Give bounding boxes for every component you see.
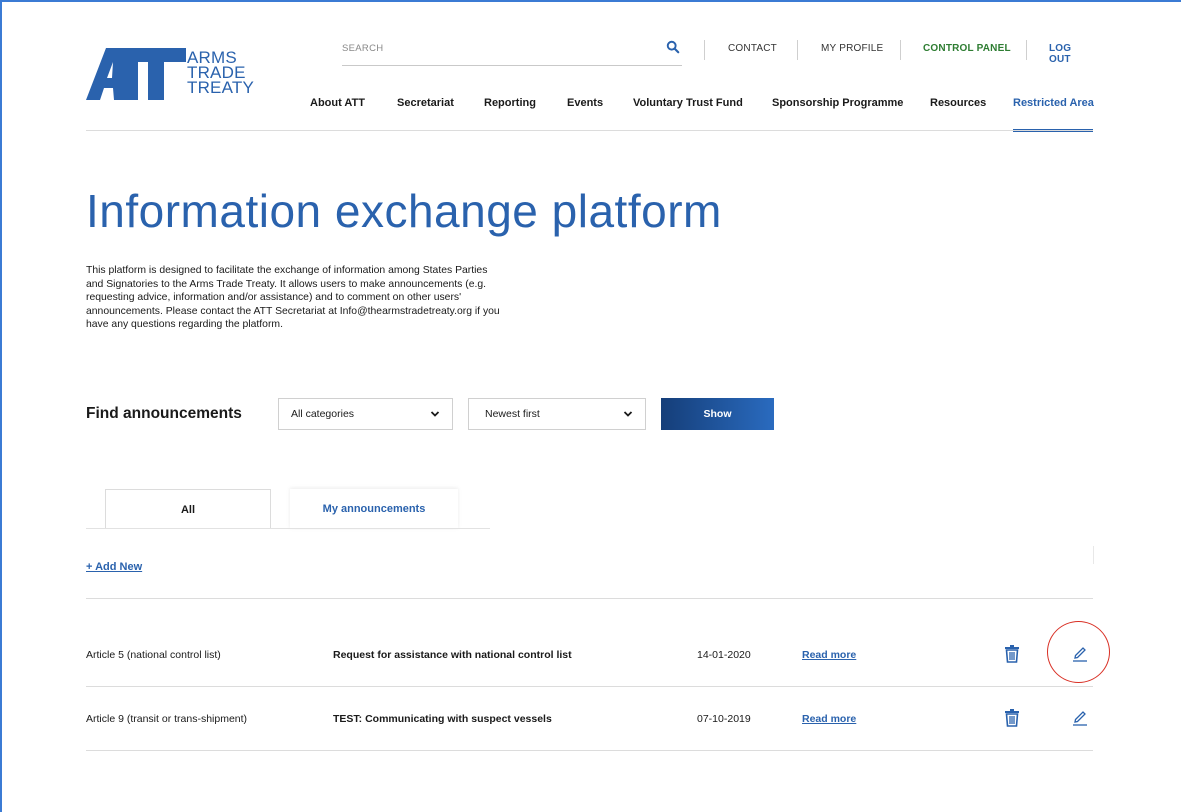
search-icon[interactable] (666, 40, 680, 54)
read-more-link[interactable]: Read more (802, 623, 856, 687)
att-logo-mark (86, 48, 186, 100)
nav-reporting[interactable]: Reporting (484, 97, 536, 109)
announcement-date: 14-01-2020 (697, 649, 751, 661)
row-divider (86, 750, 1093, 751)
sort-select[interactable]: Newest first (468, 398, 646, 430)
show-button[interactable]: Show (661, 398, 774, 430)
utility-separator (797, 40, 798, 60)
announcement-title: Request for assistance with national con… (333, 649, 572, 661)
announcement-row: Article 5 (national control list) Reques… (86, 623, 1093, 687)
trash-icon[interactable] (1004, 645, 1020, 663)
my-profile-link[interactable]: MY PROFILE (821, 43, 883, 54)
announcement-row: Article 9 (transit or trans-shipment) TE… (86, 687, 1093, 751)
log-out-link[interactable]: LOG OUT (1049, 43, 1093, 65)
announcement-date: 07-10-2019 (697, 713, 751, 725)
category-select-value: All categories (291, 408, 355, 420)
edit-pencil-icon[interactable] (1072, 709, 1088, 727)
chevron-down-icon (430, 411, 440, 417)
contact-link[interactable]: CONTACT (728, 43, 777, 54)
search-bar (342, 38, 682, 66)
announcement-category: Article 9 (transit or trans-shipment) (86, 713, 248, 725)
list-divider (86, 598, 1093, 599)
utility-separator (900, 40, 901, 60)
nav-sponsorship-programme[interactable]: Sponsorship Programme (772, 97, 903, 109)
nav-voluntary-trust-fund[interactable]: Voluntary Trust Fund (633, 97, 743, 109)
nav-resources[interactable]: Resources (930, 97, 986, 109)
sort-select-value: Newest first (485, 408, 540, 420)
logo-line-3: TREATY (187, 78, 255, 97)
highlight-circle-annotation (1047, 621, 1110, 683)
header-divider (86, 130, 1093, 131)
utility-separator (704, 40, 705, 60)
find-announcements-label: Find announcements (86, 405, 242, 422)
intro-paragraph: This platform is designed to facilitate … (86, 265, 500, 331)
nav-secretariat[interactable]: Secretariat (397, 97, 454, 109)
utility-nav: CONTACT MY PROFILE CONTROL PANEL LOG OUT (700, 40, 1093, 65)
add-new-link[interactable]: + Add New (86, 561, 142, 573)
search-input[interactable] (342, 38, 642, 58)
chevron-down-icon (623, 411, 633, 417)
divider (1093, 546, 1094, 564)
nav-restricted-area[interactable]: Restricted Area (1013, 97, 1094, 109)
category-select[interactable]: All categories (278, 398, 453, 430)
att-logo[interactable]: ARMS TRADE TREATY (86, 48, 256, 104)
nav-events[interactable]: Events (567, 97, 603, 109)
read-more-link[interactable]: Read more (802, 687, 856, 751)
trash-icon[interactable] (1004, 709, 1020, 727)
utility-separator (1026, 40, 1027, 60)
control-panel-link[interactable]: CONTROL PANEL (923, 43, 1011, 54)
announcement-title: TEST: Communicating with suspect vessels (333, 713, 552, 725)
tab-all[interactable]: All (105, 489, 271, 529)
announcement-category: Article 5 (national control list) (86, 649, 221, 661)
tabs-baseline (86, 528, 490, 529)
announcement-tabs: All My announcements (86, 489, 1094, 564)
page-title: Information exchange platform (86, 185, 722, 237)
nav-about-att[interactable]: About ATT (310, 97, 365, 109)
logo-wordmark: ARMS TRADE TREATY (187, 49, 255, 97)
tab-my-announcements[interactable]: My announcements (290, 489, 458, 529)
